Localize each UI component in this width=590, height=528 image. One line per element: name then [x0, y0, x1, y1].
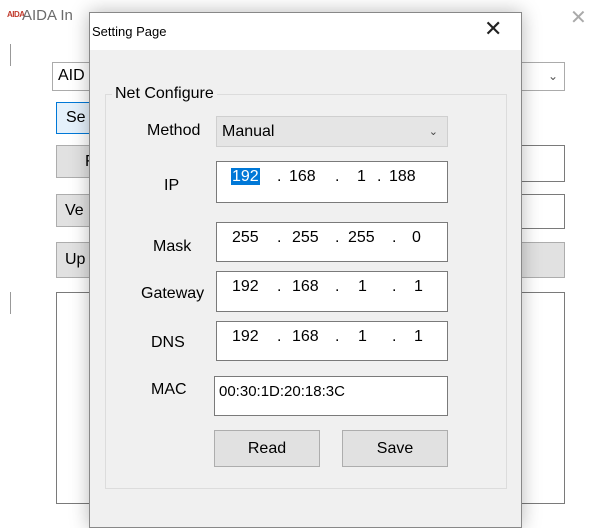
mac-label: MAC — [151, 381, 187, 398]
mask-octet-3[interactable]: 255 — [348, 229, 375, 247]
ip-field[interactable]: 192 . 168 . 1 . 188 — [216, 161, 448, 203]
ip-label: IP — [164, 177, 180, 194]
ip-octet-1[interactable]: 192 — [231, 168, 260, 185]
dialog-titlebar: Setting Page ✕ — [90, 13, 521, 50]
dns-octet-4[interactable]: 1 — [414, 328, 423, 346]
gateway-separator: . — [277, 278, 282, 295]
mask-separator: . — [392, 229, 397, 246]
ip-separator: . — [277, 168, 282, 185]
gateway-octet-1[interactable]: 192 — [232, 278, 259, 296]
gateway-separator: . — [335, 278, 340, 295]
main-button-right[interactable] — [515, 242, 565, 278]
dialog-title: Setting Page — [92, 24, 167, 39]
main-field-1[interactable] — [515, 145, 565, 182]
ip-octet-4[interactable]: 188 — [389, 168, 416, 186]
dns-octet-3[interactable]: 1 — [358, 328, 367, 346]
chevron-down-icon: ⌄ — [547, 69, 558, 83]
mask-separator: . — [335, 229, 340, 246]
method-label: Method — [147, 122, 201, 139]
mask-separator: . — [277, 229, 282, 246]
main-button-ve-label: Ve — [65, 202, 84, 219]
main-close-icon[interactable]: ✕ — [570, 5, 587, 30]
main-field-2[interactable] — [515, 194, 565, 229]
setting-dialog: Setting Page ✕ Net Configure Method Manu… — [89, 12, 522, 528]
main-window-title: AIDA In — [22, 7, 73, 24]
mac-field-value: 00:30:1D:20:18:3C — [219, 383, 345, 400]
dns-octet-1[interactable]: 192 — [232, 328, 259, 346]
dns-octet-2[interactable]: 168 — [292, 328, 319, 346]
close-icon[interactable]: ✕ — [484, 16, 502, 42]
method-select[interactable]: Manual ⌄ — [216, 116, 448, 147]
device-select-value: AID — [58, 67, 85, 84]
read-button[interactable]: Read — [214, 430, 320, 467]
divider — [10, 44, 11, 66]
ip-separator: . — [377, 168, 382, 185]
mask-octet-1[interactable]: 255 — [232, 229, 259, 247]
main-button-up-label: Up — [65, 251, 86, 268]
dns-separator: . — [392, 328, 397, 345]
gateway-label: Gateway — [141, 285, 205, 302]
method-select-value: Manual — [222, 123, 275, 140]
gateway-octet-2[interactable]: 168 — [292, 278, 319, 296]
dns-field[interactable]: 192 . 168 . 1 . 1 — [216, 321, 448, 361]
gateway-separator: . — [392, 278, 397, 295]
gateway-octet-3[interactable]: 1 — [358, 278, 367, 296]
mask-label: Mask — [153, 238, 192, 255]
mac-field[interactable]: 00:30:1D:20:18:3C — [214, 376, 448, 416]
ip-octet-2[interactable]: 168 — [289, 168, 316, 186]
ip-separator: . — [335, 168, 340, 185]
dns-separator: . — [335, 328, 340, 345]
dns-separator: . — [277, 328, 282, 345]
save-button[interactable]: Save — [342, 430, 448, 467]
gateway-octet-4[interactable]: 1 — [414, 278, 423, 296]
ip-octet-3[interactable]: 1 — [357, 168, 366, 186]
mask-octet-2[interactable]: 255 — [292, 229, 319, 247]
gateway-field[interactable]: 192 . 168 . 1 . 1 — [216, 271, 448, 312]
dns-label: DNS — [151, 334, 185, 351]
mask-octet-4[interactable]: 0 — [412, 229, 421, 247]
group-title: Net Configure — [112, 85, 217, 103]
main-button-se-label: Se — [66, 109, 86, 126]
mask-field[interactable]: 255 . 255 . 255 . 0 — [216, 222, 448, 262]
divider — [10, 292, 11, 314]
chevron-down-icon: ⌄ — [428, 126, 438, 138]
